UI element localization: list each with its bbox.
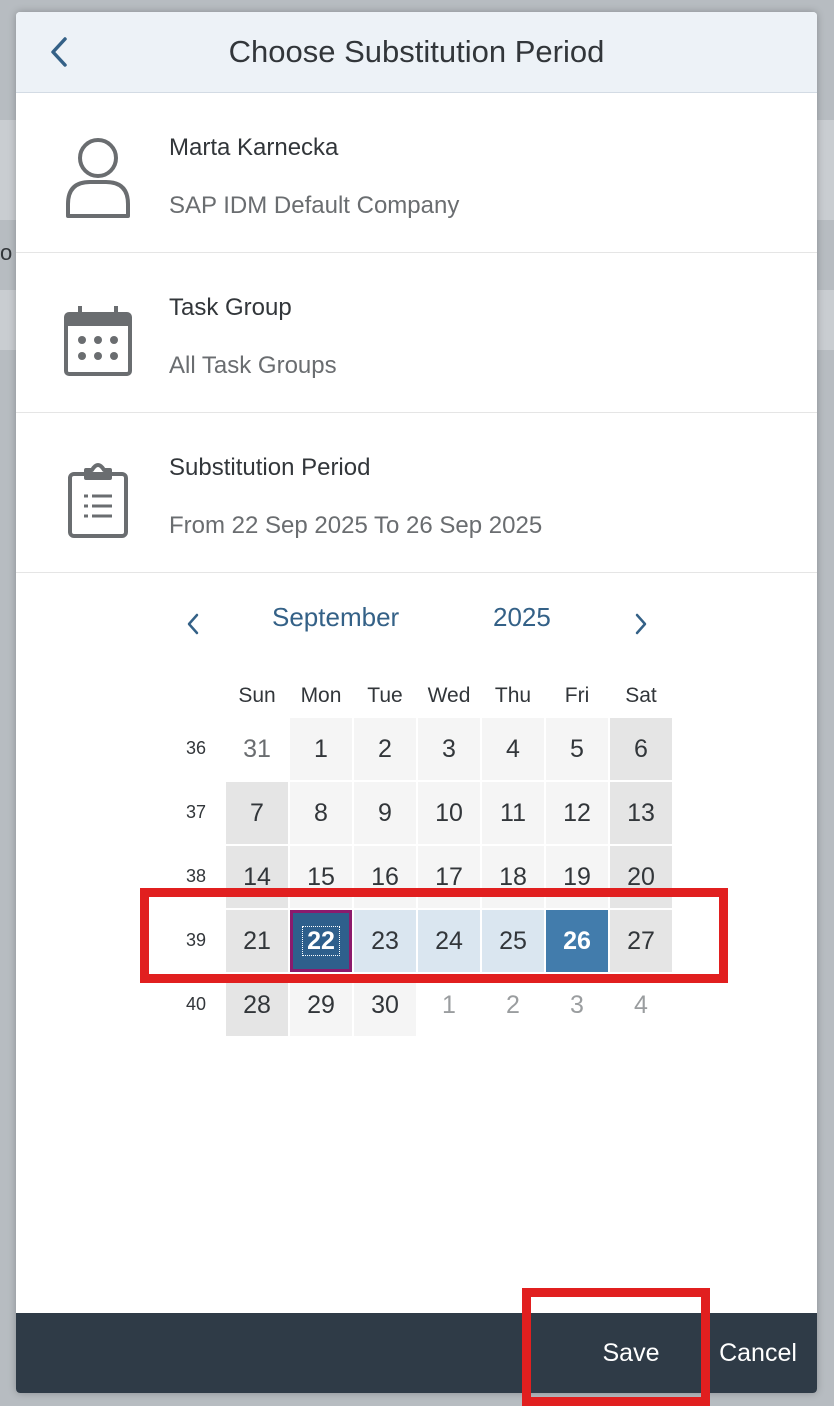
calendar-day[interactable]: 4 xyxy=(482,718,544,780)
dialog-header: Choose Substitution Period xyxy=(16,12,817,93)
weekday-label: Wed xyxy=(427,684,471,707)
period-label: Substitution Period xyxy=(169,454,371,481)
substitution-dialog: Choose Substitution Period Marta Karneck… xyxy=(16,12,817,1393)
calendar-day[interactable]: 23 xyxy=(354,910,416,972)
calendar-day[interactable]: 1 xyxy=(290,718,352,780)
task-group-value: All Task Groups xyxy=(169,352,337,379)
calendar-day[interactable]: 6 xyxy=(610,718,672,780)
cancel-button[interactable]: Cancel xyxy=(706,1313,810,1393)
back-button[interactable] xyxy=(44,32,74,72)
calendar-day[interactable]: 2 xyxy=(482,974,544,1036)
calendar-day[interactable]: 26 xyxy=(546,910,608,972)
calendar-day[interactable]: 3 xyxy=(546,974,608,1036)
chevron-left-icon xyxy=(187,613,199,635)
calendar-day[interactable]: 29 xyxy=(290,974,352,1036)
calendar-day-label: 22 xyxy=(302,926,340,956)
calendar-day[interactable]: 4 xyxy=(610,974,672,1036)
calendar-day[interactable]: 14 xyxy=(226,846,288,908)
calendar-day[interactable]: 27 xyxy=(610,910,672,972)
background-text: o xyxy=(0,240,13,265)
calendar-day[interactable]: 18 xyxy=(482,846,544,908)
task-group-label: Task Group xyxy=(169,294,292,321)
calendar-day[interactable]: 10 xyxy=(418,782,480,844)
calendar-day[interactable]: 7 xyxy=(226,782,288,844)
weekday-label: Thu xyxy=(494,684,532,707)
calendar-day[interactable]: 19 xyxy=(546,846,608,908)
calendar-day[interactable]: 28 xyxy=(226,974,288,1036)
next-month-button[interactable] xyxy=(626,604,656,644)
weekday-label: Fri xyxy=(564,684,590,707)
person-row: Marta Karnecka SAP IDM Default Company xyxy=(16,92,817,253)
weekday-label: Sat xyxy=(625,684,657,707)
calendar-day[interactable]: 3 xyxy=(418,718,480,780)
period-value: From 22 Sep 2025 To 26 Sep 2025 xyxy=(169,512,543,539)
week-number: 40 xyxy=(185,994,207,1014)
week-number: 39 xyxy=(185,930,207,950)
week-number: 37 xyxy=(185,802,207,822)
calendar-day[interactable]: 24 xyxy=(418,910,480,972)
dialog-title: Choose Substitution Period xyxy=(228,34,605,69)
calendar-day[interactable]: 21 xyxy=(226,910,288,972)
calendar-day[interactable]: 31 xyxy=(226,718,288,780)
save-button[interactable]: Save xyxy=(576,1313,686,1393)
week-number: 38 xyxy=(185,866,207,886)
person-icon xyxy=(66,138,130,218)
calendar-day[interactable]: 17 xyxy=(418,846,480,908)
week-number: 36 xyxy=(185,738,207,758)
person-name: Marta Karnecka xyxy=(169,134,339,161)
chevron-left-icon xyxy=(51,37,67,67)
calendar-day[interactable]: 20 xyxy=(610,846,672,908)
period-row: Substitution Period From 22 Sep 2025 To … xyxy=(16,412,817,573)
person-company: SAP IDM Default Company xyxy=(169,192,460,219)
calendar-icon xyxy=(64,306,132,376)
calendar-day[interactable]: 9 xyxy=(354,782,416,844)
calendar-day[interactable]: 25 xyxy=(482,910,544,972)
calendar-day[interactable]: 22 xyxy=(290,910,352,972)
task-group-row: Task Group All Task Groups xyxy=(16,252,817,413)
clipboard-icon xyxy=(68,463,128,538)
calendar-day[interactable]: 8 xyxy=(290,782,352,844)
weekday-label: Sun xyxy=(238,684,276,707)
weekday-label: Mon xyxy=(300,684,342,707)
calendar-day[interactable]: 11 xyxy=(482,782,544,844)
year-button[interactable]: 2025 xyxy=(493,602,551,642)
dialog-footer: Save Cancel xyxy=(16,1313,817,1393)
weekday-label: Tue xyxy=(367,684,403,707)
calendar-day[interactable]: 12 xyxy=(546,782,608,844)
calendar-day[interactable]: 1 xyxy=(418,974,480,1036)
calendar-day[interactable]: 2 xyxy=(354,718,416,780)
calendar-day[interactable]: 16 xyxy=(354,846,416,908)
chevron-right-icon xyxy=(635,613,647,635)
calendar-day[interactable]: 15 xyxy=(290,846,352,908)
month-button[interactable]: September xyxy=(272,602,399,642)
calendar-day[interactable]: 13 xyxy=(610,782,672,844)
calendar-day[interactable]: 5 xyxy=(546,718,608,780)
calendar-day[interactable]: 30 xyxy=(354,974,416,1036)
prev-month-button[interactable] xyxy=(178,604,208,644)
